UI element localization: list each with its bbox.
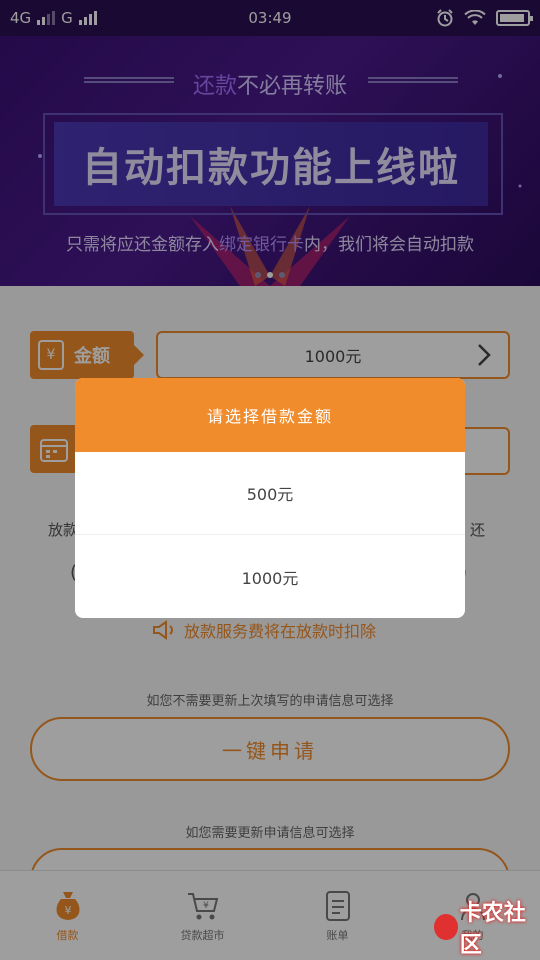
watermark-text: 卡农社区 [459, 901, 526, 958]
dialog-title: 请选择借款金额 [75, 378, 465, 452]
amount-option-500[interactable]: 500元 [75, 452, 465, 535]
watermark-badge-icon [434, 914, 458, 940]
amount-picker-dialog: 请选择借款金额 500元 1000元 [75, 378, 465, 618]
watermark-logo: 卡农社区 [434, 895, 540, 959]
amount-option-1000[interactable]: 1000元 [75, 535, 465, 618]
